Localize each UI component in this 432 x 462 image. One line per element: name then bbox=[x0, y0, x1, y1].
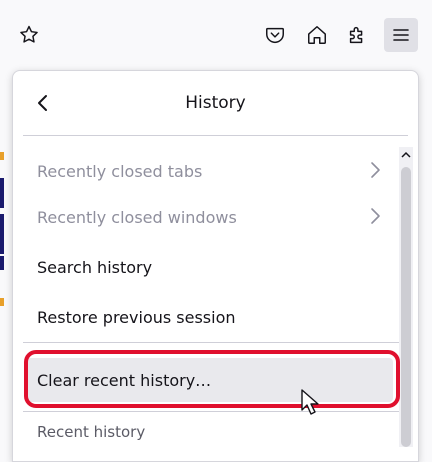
menu-item-search-history[interactable]: Search history bbox=[25, 245, 393, 289]
divider bbox=[23, 135, 408, 136]
mouse-cursor-icon bbox=[300, 388, 320, 420]
chevron-right-icon bbox=[369, 207, 381, 229]
page-edge-fragment bbox=[0, 256, 4, 270]
menu-item-label: Recently closed windows bbox=[37, 207, 237, 227]
menu-item-recently-closed-windows[interactable]: Recently closed windows bbox=[25, 195, 393, 239]
scroll-up-arrow-icon[interactable] bbox=[399, 147, 413, 163]
page-edge-fragment bbox=[0, 214, 4, 254]
menu-item-restore-previous-session[interactable]: Restore previous session bbox=[25, 295, 393, 339]
extensions-icon[interactable] bbox=[344, 22, 370, 48]
app-menu-icon[interactable] bbox=[384, 18, 418, 52]
chevron-right-icon bbox=[369, 161, 381, 183]
menu-item-label: Restore previous session bbox=[37, 307, 236, 327]
bookmark-star-icon[interactable] bbox=[16, 22, 42, 48]
menu-item-recently-closed-tabs[interactable]: Recently closed tabs bbox=[25, 149, 393, 193]
page-edge-fragment bbox=[0, 152, 4, 160]
divider bbox=[23, 342, 408, 343]
scroll-thumb[interactable] bbox=[401, 167, 411, 447]
highlight-box bbox=[24, 350, 400, 408]
home-icon[interactable] bbox=[304, 22, 330, 48]
panel-scrollbar[interactable] bbox=[399, 147, 413, 447]
panel-header: History bbox=[13, 71, 418, 135]
browser-toolbar bbox=[0, 0, 432, 68]
page-edge-fragment bbox=[0, 178, 4, 208]
divider bbox=[23, 411, 408, 412]
menu-item-label: Recently closed tabs bbox=[37, 161, 203, 181]
panel-title: History bbox=[185, 93, 246, 113]
menu-item-label: Search history bbox=[37, 257, 153, 277]
page-edge-fragment bbox=[0, 298, 4, 306]
recent-history-heading: Recent history bbox=[37, 423, 146, 441]
pocket-icon[interactable] bbox=[262, 22, 288, 48]
